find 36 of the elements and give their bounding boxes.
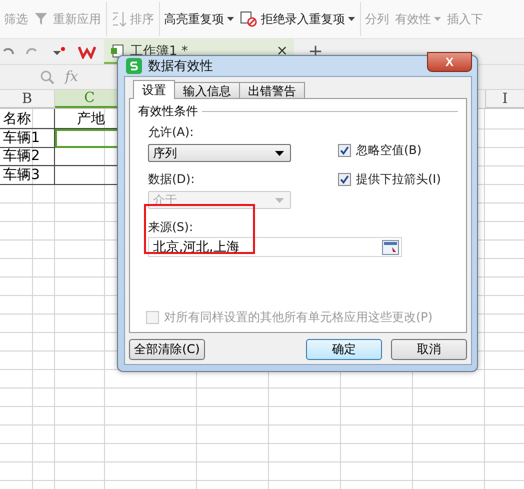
forbidden-sheet-icon: [240, 11, 258, 27]
checkbox[interactable]: 提供下拉箭头(I): [338, 171, 458, 188]
table-cell: 车辆1: [0, 129, 55, 148]
dialog-button[interactable]: 确定: [306, 339, 382, 360]
app-logo-icon: [126, 58, 142, 74]
funnel-icon: [34, 11, 50, 27]
dropdown-arrow-icon: [275, 198, 284, 202]
range-picker-icon[interactable]: [382, 240, 399, 254]
customize-icon[interactable]: [52, 46, 66, 58]
dropdown-arrow-icon: [275, 150, 284, 156]
checkbox-label: 忽略空值(B): [356, 142, 422, 159]
dialog-tab[interactable]: 输入信息: [174, 82, 240, 99]
dialog-button[interactable]: 全部清除(C): [129, 339, 205, 360]
field-label: 来源(S):: [148, 219, 194, 236]
checkbox[interactable]: 忽略空值(B): [338, 142, 458, 159]
spreadsheet-icon: [110, 44, 124, 58]
dialog-button[interactable]: 取消: [391, 339, 467, 360]
column-header[interactable]: B: [0, 90, 55, 108]
ribbon-button[interactable]: 高亮重复项: [164, 10, 234, 28]
allow-select[interactable]: 序列: [148, 144, 291, 162]
checkbox-box[interactable]: [338, 173, 351, 186]
checkbox-box[interactable]: [338, 144, 351, 157]
close-tab-button[interactable]: ×: [276, 42, 288, 58]
column-header[interactable]: I: [485, 90, 524, 108]
table-cell: 名称: [0, 109, 55, 129]
table-cell: 车辆3: [0, 166, 55, 184]
sort-icon: [111, 11, 127, 27]
field-label: 数据(D):: [148, 171, 196, 188]
table-cell: 车辆2: [0, 148, 55, 166]
dialog-tab[interactable]: 设置: [133, 80, 175, 99]
dialog-tab[interactable]: 出错警告: [239, 82, 305, 99]
app-logo-icon[interactable]: [78, 44, 96, 58]
ribbon-button[interactable]: 拒绝录入重复项: [240, 10, 355, 28]
checkbox-label: 提供下拉箭头(I): [356, 171, 441, 188]
field-label: 允许(A):: [148, 124, 195, 141]
group-title: 有效性条件: [138, 103, 198, 120]
